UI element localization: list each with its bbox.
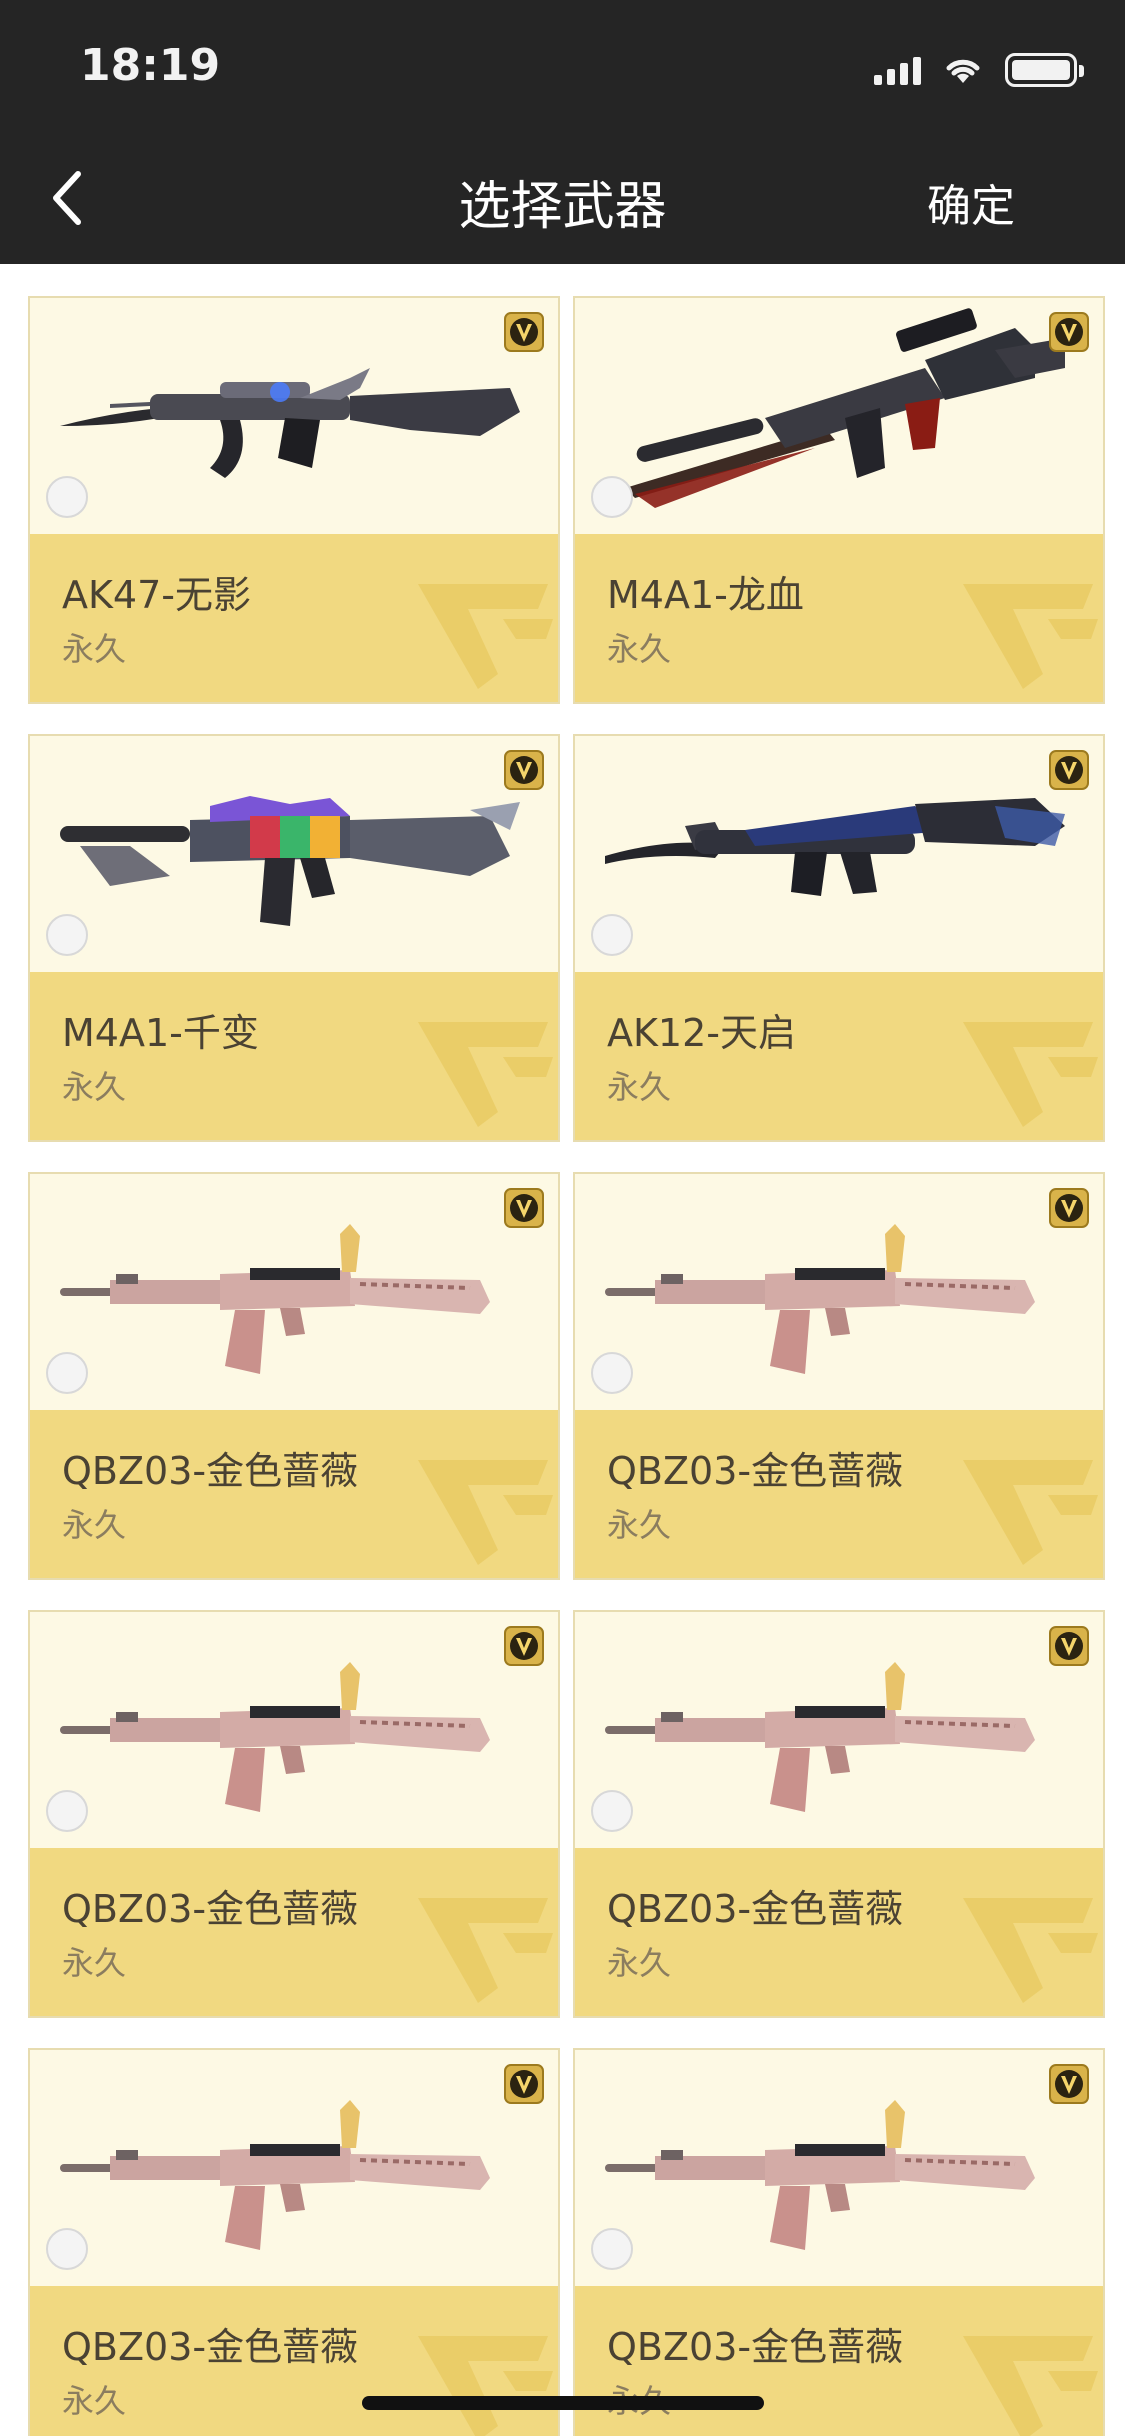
weapon-image — [605, 1662, 1035, 1812]
weapon-info: AK12-天启 永久 — [575, 972, 1103, 1140]
weapon-term: 永久 — [607, 1944, 672, 1982]
weapon-name: QBZ03-金色蔷薇 — [62, 1449, 359, 1493]
select-radio[interactable] — [46, 1790, 88, 1832]
weapon-image — [605, 2100, 1035, 2250]
weapon-info: QBZ03-金色蔷薇 永久 — [30, 1848, 558, 2016]
weapon-card[interactable]: QBZ03-金色蔷薇 永久 — [573, 1172, 1105, 1580]
weapon-name: QBZ03-金色蔷薇 — [607, 1449, 904, 1493]
weapon-image — [625, 308, 1065, 508]
weapon-name: M4A1-龙血 — [607, 573, 804, 617]
weapon-card[interactable]: AK47-无影 永久 — [28, 296, 560, 704]
weapon-info: QBZ03-金色蔷薇 永久 — [575, 1410, 1103, 1578]
weapon-image-area — [30, 298, 558, 534]
weapon-card[interactable]: M4A1-龙血 永久 — [573, 296, 1105, 704]
weapon-card[interactable]: QBZ03-金色蔷薇 永久 — [28, 1172, 560, 1580]
cf-logo-icon — [418, 584, 553, 689]
weapon-card[interactable]: AK12-天启 永久 — [573, 734, 1105, 1142]
weapon-image-area — [575, 736, 1103, 972]
weapon-image — [60, 368, 520, 478]
weapon-image-area — [575, 298, 1103, 534]
cf-logo-icon — [963, 2336, 1098, 2436]
weapon-term: 永久 — [62, 2382, 127, 2420]
weapon-image-area — [575, 1612, 1103, 1848]
vip-badge-icon — [1049, 750, 1089, 790]
cf-logo-icon — [963, 584, 1098, 689]
weapon-card[interactable]: QBZ03-金色蔷薇 永久 — [28, 2048, 560, 2436]
confirm-button[interactable]: 确定 — [927, 170, 1015, 234]
select-radio[interactable] — [46, 2228, 88, 2270]
weapon-name: QBZ03-金色蔷薇 — [62, 1887, 359, 1931]
vip-badge-icon — [504, 2064, 544, 2104]
weapon-card[interactable]: M4A1-千变 永久 — [28, 734, 560, 1142]
weapon-card[interactable]: QBZ03-金色蔷薇 永久 — [573, 1610, 1105, 2018]
wifi-icon — [946, 59, 980, 83]
vip-badge-icon — [504, 1188, 544, 1228]
weapon-term: 永久 — [62, 1506, 127, 1544]
status-icons — [874, 50, 1084, 90]
vip-badge-icon — [504, 1626, 544, 1666]
weapon-info: M4A1-龙血 永久 — [575, 534, 1103, 702]
weapon-image — [60, 2100, 490, 2250]
select-radio[interactable] — [46, 914, 88, 956]
select-radio[interactable] — [46, 476, 88, 518]
weapon-info: QBZ03-金色蔷薇 永久 — [30, 1410, 558, 1578]
weapon-image — [605, 1224, 1035, 1374]
weapon-info: QBZ03-金色蔷薇 永久 — [575, 2286, 1103, 2436]
weapon-name: AK47-无影 — [62, 573, 251, 617]
vip-badge-icon — [1049, 1188, 1089, 1228]
weapon-image — [60, 796, 520, 926]
weapon-image-area — [30, 1612, 558, 1848]
vip-badge-icon — [504, 750, 544, 790]
weapon-info: AK47-无影 永久 — [30, 534, 558, 702]
weapon-info: M4A1-千变 永久 — [30, 972, 558, 1140]
cf-logo-icon — [963, 1898, 1098, 2003]
vip-badge-icon — [504, 312, 544, 352]
cellular-signal-icon — [874, 55, 921, 85]
cf-logo-icon — [963, 1460, 1098, 1565]
weapon-term: 永久 — [607, 630, 672, 668]
battery-icon — [1005, 53, 1084, 87]
weapon-image — [605, 798, 1065, 896]
cf-logo-icon — [418, 1460, 553, 1565]
select-radio[interactable] — [591, 476, 633, 518]
select-radio[interactable] — [591, 914, 633, 956]
weapon-term: 永久 — [62, 1944, 127, 1982]
weapon-name: M4A1-千变 — [62, 1011, 259, 1055]
header-bar: 18:19 选择武器 确定 — [0, 0, 1125, 264]
select-radio[interactable] — [46, 1352, 88, 1394]
cf-logo-icon — [963, 1022, 1098, 1127]
cf-logo-icon — [418, 2336, 553, 2436]
weapon-name: QBZ03-金色蔷薇 — [607, 1887, 904, 1931]
weapon-image — [60, 1662, 490, 1812]
vip-badge-icon — [1049, 1626, 1089, 1666]
weapon-card[interactable]: QBZ03-金色蔷薇 永久 — [573, 2048, 1105, 2436]
weapon-term: 永久 — [607, 1506, 672, 1544]
weapon-image-area — [575, 1174, 1103, 1410]
weapon-info: QBZ03-金色蔷薇 永久 — [30, 2286, 558, 2436]
weapon-info: QBZ03-金色蔷薇 永久 — [575, 1848, 1103, 2016]
weapon-card[interactable]: QBZ03-金色蔷薇 永久 — [28, 1610, 560, 2018]
weapon-image-area — [575, 2050, 1103, 2286]
weapon-image-area — [30, 2050, 558, 2286]
vip-badge-icon — [1049, 2064, 1089, 2104]
home-indicator — [362, 2396, 764, 2410]
select-radio[interactable] — [591, 2228, 633, 2270]
weapon-image — [60, 1224, 490, 1374]
weapon-name: QBZ03-金色蔷薇 — [62, 2325, 359, 2369]
weapon-term: 永久 — [62, 1068, 127, 1106]
weapon-grid: AK47-无影 永久 M4A1-龙血 永久 M4A1-千变 永久 AK12-天启… — [28, 296, 1105, 2436]
select-radio[interactable] — [591, 1352, 633, 1394]
weapon-term: 永久 — [607, 1068, 672, 1106]
weapon-term: 永久 — [62, 630, 127, 668]
weapon-image-area — [30, 1174, 558, 1410]
select-radio[interactable] — [591, 1790, 633, 1832]
vip-badge-icon — [1049, 312, 1089, 352]
cf-logo-icon — [418, 1022, 553, 1127]
weapon-name: QBZ03-金色蔷薇 — [607, 2325, 904, 2369]
weapon-image-area — [30, 736, 558, 972]
status-time: 18:19 — [80, 40, 221, 91]
cf-logo-icon — [418, 1898, 553, 2003]
weapon-name: AK12-天启 — [607, 1011, 796, 1055]
